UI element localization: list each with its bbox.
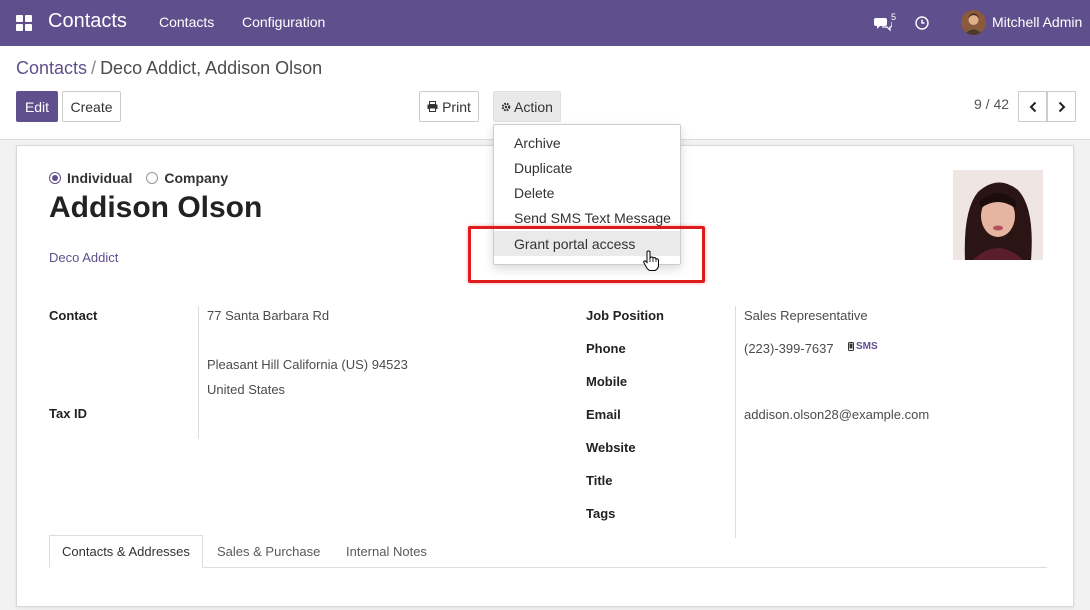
menu-item-archive[interactable]: Archive [494, 130, 680, 155]
address-line1: 77 Santa Barbara Rd [207, 308, 330, 323]
address-line3: United States [207, 382, 286, 397]
pager-previous-button[interactable] [1018, 91, 1047, 122]
printer-icon [427, 101, 438, 112]
tax-id-label: Tax ID [49, 406, 88, 421]
partner-name: Addison Olson [49, 191, 263, 224]
tab-internal-notes[interactable]: Internal Notes [334, 535, 439, 568]
mobile-label: Mobile [586, 374, 628, 389]
radio-individual-label[interactable]: Individual [67, 170, 132, 186]
print-label: Print [442, 98, 471, 115]
gear-icon [501, 102, 511, 111]
breadcrumb-parent[interactable]: Contacts [16, 58, 87, 78]
sms-label: SMS [856, 341, 878, 352]
chevron-left-icon [1029, 101, 1036, 112]
menu-contacts[interactable]: Contacts [159, 14, 214, 30]
right-divider [735, 306, 736, 538]
app-title[interactable]: Contacts [48, 10, 127, 33]
job-position-label: Job Position [586, 308, 664, 323]
company-type-selector: Individual Company [49, 170, 228, 186]
pager-value[interactable]: 9 / 42 [974, 96, 1009, 112]
radio-individual[interactable] [49, 172, 61, 184]
create-button[interactable]: Create [62, 91, 121, 122]
chat-badge: 5 [891, 12, 897, 22]
contact-photo[interactable] [953, 170, 1043, 260]
notebook-tabs: Contacts & Addresses Sales & Purchase In… [49, 535, 1047, 568]
tab-contacts-addresses[interactable]: Contacts & Addresses [49, 535, 203, 568]
action-button[interactable]: Action [493, 91, 561, 122]
address-line2: Pleasant Hill California (US) 94523 [207, 357, 408, 372]
title-label: Title [586, 473, 613, 488]
print-button[interactable]: Print [419, 91, 479, 122]
tags-label: Tags [586, 506, 616, 521]
phone-label: Phone [586, 341, 626, 356]
menu-item-delete[interactable]: Delete [494, 180, 680, 205]
phone-value[interactable]: (223)-399-7637 [744, 341, 834, 356]
radio-company[interactable] [146, 172, 159, 184]
user-name[interactable]: Mitchell Admin [992, 14, 1082, 30]
radio-company-label[interactable]: Company [164, 170, 228, 186]
sms-button[interactable]: SMS [848, 341, 878, 352]
action-label: Action [514, 98, 553, 115]
mobile-phone-icon [848, 342, 854, 351]
contact-label: Contact [49, 308, 98, 323]
company-link[interactable]: Deco Addict [49, 250, 118, 265]
pager-next-button[interactable] [1047, 91, 1076, 122]
job-position-value: Sales Representative [744, 308, 868, 323]
highlight-annotation [468, 226, 705, 283]
email-value[interactable]: addison.olson28@example.com [744, 407, 929, 422]
tab-sales-purchase[interactable]: Sales & Purchase [205, 535, 332, 568]
chevron-right-icon [1058, 101, 1065, 112]
hand-pointer-icon [643, 250, 659, 271]
left-divider [198, 306, 199, 439]
top-navbar: Contacts Contacts Configuration 5 Mitche… [0, 0, 1090, 46]
clock-icon[interactable] [914, 15, 930, 31]
apps-grid-icon[interactable] [16, 15, 32, 31]
menu-item-duplicate[interactable]: Duplicate [494, 155, 680, 180]
edit-button[interactable]: Edit [16, 91, 58, 122]
breadcrumb-current: Deco Addict, Addison Olson [100, 58, 323, 78]
chat-icon[interactable] [874, 14, 892, 32]
breadcrumb: Contacts / Deco Addict, Addison Olson [16, 58, 322, 79]
menu-configuration[interactable]: Configuration [242, 14, 325, 30]
breadcrumb-separator: / [91, 58, 97, 78]
website-label: Website [586, 440, 636, 455]
email-label: Email [586, 407, 621, 422]
user-avatar[interactable] [961, 10, 986, 35]
